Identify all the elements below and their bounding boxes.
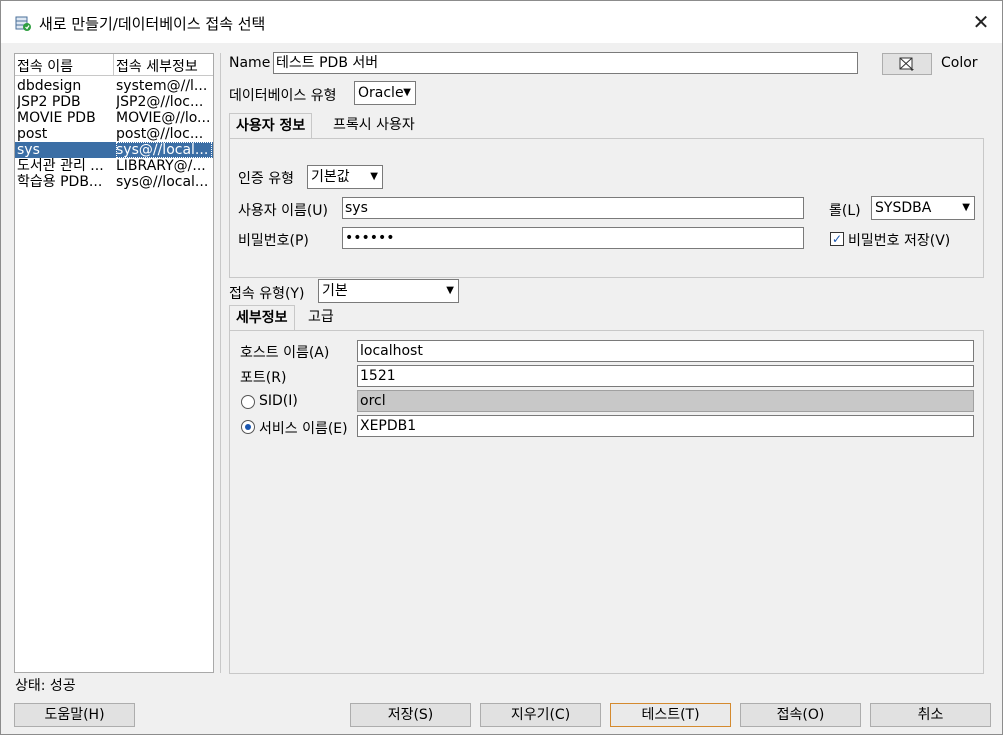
test-button[interactable]: 테스트(T) [610,703,731,727]
db-type-select[interactable]: Oracle ▼ [354,81,416,105]
save-password-label[interactable]: 비밀번호 저장(V) [848,230,950,250]
conn-type-value: 기본 [322,283,348,299]
connection-details: sys@//local... [116,174,209,190]
connection-details: post@//loc... [116,126,204,142]
save-button[interactable]: 저장(S) [350,703,471,727]
connection-name: post [17,126,48,142]
port-field[interactable]: 1521 [357,365,974,387]
list-item[interactable]: MOVIE PDB MOVIE@//lo... [15,110,213,126]
connection-name: MOVIE PDB [17,110,96,126]
host-label: 호스트 이름(A) [240,345,330,361]
color-swatch-icon [899,57,914,71]
title-bar: 새로 만들기/데이터베이스 접속 선택 ✕ [1,1,1002,43]
db-type-value: Oracle [358,85,404,101]
service-name-label[interactable]: 서비스 이름(E) [259,418,348,438]
connection-list[interactable]: 접속 이름 접속 세부정보 dbdesign system@//l... JSP… [14,53,214,673]
chevron-down-icon: ▼ [370,171,378,182]
tab-details[interactable]: 세부정보 [229,305,295,331]
list-item[interactable]: JSP2 PDB JSP2@//loc... [15,94,213,110]
tab-advanced[interactable]: 고급 [302,305,340,331]
auth-type-label: 인증 유형 [238,171,294,187]
connection-details: LIBRARY@/... [116,158,206,174]
auth-type-select[interactable]: 기본값 ▼ [307,165,383,189]
role-label: 롤(L) [829,203,861,219]
status-text: 상태: 성공 [15,678,76,694]
column-header-name[interactable]: 접속 이름 [17,56,73,76]
column-divider[interactable] [113,54,114,76]
color-picker-button[interactable] [882,53,932,75]
list-item[interactable]: dbdesign system@//l... [15,78,213,94]
chevron-down-icon: ▼ [403,87,411,98]
service-name-field[interactable]: XEPDB1 [357,415,974,437]
sid-field: orcl [357,390,974,412]
help-button[interactable]: 도움말(H) [14,703,135,727]
connection-name: dbdesign [17,78,82,94]
split-divider[interactable] [220,53,221,673]
role-select[interactable]: SYSDBA ▼ [871,196,975,220]
chevron-down-icon: ▼ [446,285,454,296]
connection-details: MOVIE@//lo... [116,110,211,126]
connection-details: system@//l... [116,78,208,94]
window-title: 새로 만들기/데이터베이스 접속 선택 [39,15,266,33]
list-item[interactable]: 학습용 PDB... sys@//local... [15,174,213,190]
list-item[interactable]: post post@//loc... [15,126,213,142]
service-name-radio[interactable] [241,420,255,434]
cancel-button[interactable]: 취소 [870,703,991,727]
conn-type-select[interactable]: 기본 ▼ [318,279,459,303]
connection-details: JSP2@//loc... [116,94,204,110]
connection-list-header: 접속 이름 접속 세부정보 [15,54,213,76]
connection-details: sys@//local... [116,142,212,158]
tab-proxy-user[interactable]: 프록시 사용자 [327,113,421,139]
connect-button[interactable]: 접속(O) [740,703,861,727]
database-connect-icon [15,16,31,31]
column-header-details[interactable]: 접속 세부정보 [116,56,198,76]
save-password-checkbox[interactable]: ✓ [830,232,844,246]
close-icon[interactable]: ✕ [959,3,1003,41]
name-field[interactable]: 테스트 PDB 서버 [273,52,858,74]
connection-name: JSP2 PDB [17,94,81,110]
auth-type-value: 기본값 [311,169,350,185]
port-label: 포트(R) [240,370,287,386]
chevron-down-icon: ▼ [962,202,970,213]
tab-label: 고급 [308,309,334,325]
clear-button[interactable]: 지우기(C) [480,703,601,727]
connection-dialog: 새로 만들기/데이터베이스 접속 선택 ✕ 접속 이름 접속 세부정보 dbde… [0,0,1003,735]
sid-label[interactable]: SID(I) [259,393,298,409]
tab-label: 프록시 사용자 [333,117,415,133]
username-field[interactable]: sys [342,197,804,219]
list-item[interactable]: 도서관 관리 ... LIBRARY@/... [15,158,213,174]
tab-user-info[interactable]: 사용자 정보 [229,113,313,139]
role-value: SYSDBA [875,200,932,216]
db-type-label: 데이터베이스 유형 [229,88,337,104]
name-label: Name [229,55,271,71]
tab-label: 세부정보 [236,310,288,326]
username-label: 사용자 이름(U) [238,203,329,219]
connection-name: 도서관 관리 ... [17,158,104,174]
color-label: Color [941,55,978,71]
list-item-selected[interactable]: sys sys@//local... [15,142,213,158]
tab-label: 사용자 정보 [236,118,306,134]
sid-radio[interactable] [241,395,255,409]
host-field[interactable]: localhost [357,340,974,362]
password-label: 비밀번호(P) [238,233,309,249]
connection-name: sys [17,142,40,158]
password-field[interactable]: •••••• [342,227,804,249]
conn-type-label: 접속 유형(Y) [229,286,305,302]
connection-name: 학습용 PDB... [17,174,103,190]
